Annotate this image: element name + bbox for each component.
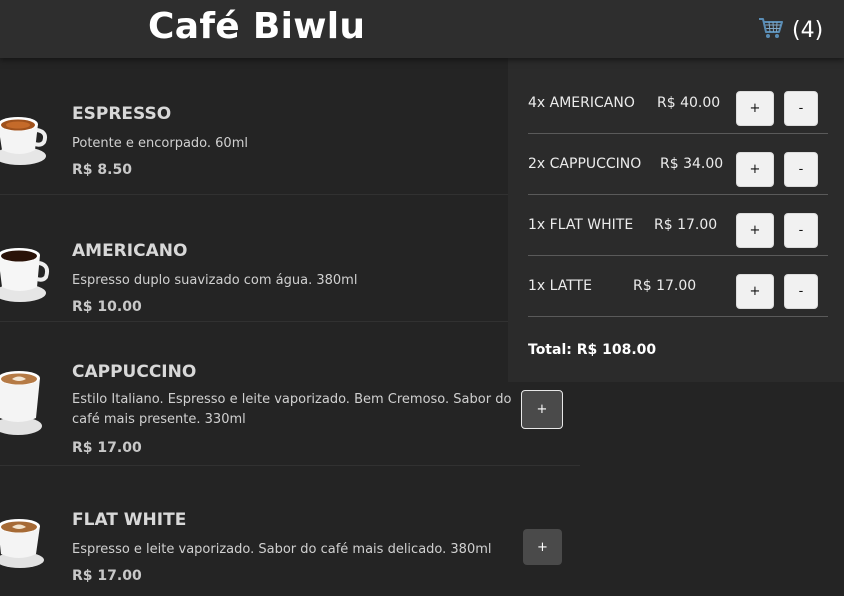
cart-item-price: R$ 34.00 bbox=[660, 156, 724, 172]
shopping-cart-icon bbox=[758, 16, 784, 44]
app-header: Café Biwlu (4) bbox=[0, 0, 844, 58]
item-description: Espresso duplo suavizado com água. 380ml bbox=[72, 273, 358, 288]
item-name: AMERICANO bbox=[72, 241, 188, 261]
cart-item-price: R$ 17.00 bbox=[633, 278, 697, 294]
menu-list: ESPRESSO Potente e encorpado. 60ml R$ 8.… bbox=[0, 58, 580, 596]
increase-quantity-button[interactable]: + bbox=[736, 91, 774, 126]
decrease-quantity-button[interactable]: - bbox=[784, 213, 818, 248]
cart-button[interactable]: (4) bbox=[758, 16, 823, 44]
item-price: R$ 8.50 bbox=[72, 162, 132, 178]
espresso-cup-icon bbox=[0, 106, 48, 174]
item-price: R$ 17.00 bbox=[72, 440, 142, 456]
item-price: R$ 17.00 bbox=[72, 568, 142, 584]
decrease-quantity-button[interactable]: - bbox=[784, 91, 818, 126]
item-price: R$ 10.00 bbox=[72, 299, 142, 315]
add-flat-white-button[interactable]: + bbox=[523, 529, 562, 565]
menu-item: AMERICANO Espresso duplo suavizado com á… bbox=[0, 195, 580, 322]
item-name: ESPRESSO bbox=[72, 104, 172, 124]
cart-panel: 4x AMERICANO R$ 40.00 + - 2x CAPPUCCINO … bbox=[508, 58, 844, 382]
cart-item-label: 1x LATTE bbox=[528, 278, 592, 294]
item-name: CAPPUCCINO bbox=[72, 362, 197, 382]
cart-item-price: R$ 40.00 bbox=[657, 95, 721, 111]
cart-total: Total: R$ 108.00 bbox=[528, 342, 657, 358]
cart-row: 4x AMERICANO R$ 40.00 + - bbox=[528, 73, 828, 134]
add-cappuccino-button[interactable]: + bbox=[521, 390, 563, 429]
decrease-quantity-button[interactable]: - bbox=[784, 274, 818, 309]
flat-white-cup-icon bbox=[0, 514, 46, 576]
menu-item: ESPRESSO Potente e encorpado. 60ml R$ 8.… bbox=[0, 58, 580, 195]
increase-quantity-button[interactable]: + bbox=[736, 152, 774, 187]
americano-cup-icon bbox=[0, 239, 50, 309]
increase-quantity-button[interactable]: + bbox=[736, 213, 774, 248]
cart-item-label: 2x CAPPUCCINO bbox=[528, 156, 642, 172]
cart-row: 1x LATTE R$ 17.00 + - bbox=[528, 256, 828, 317]
decrease-quantity-button[interactable]: - bbox=[784, 152, 818, 187]
cart-row: 2x CAPPUCCINO R$ 34.00 + - bbox=[528, 134, 828, 195]
menu-item: CAPPUCCINO Estilo Italiano. Espresso e l… bbox=[0, 322, 580, 466]
cappuccino-cup-icon bbox=[0, 364, 46, 442]
increase-quantity-button[interactable]: + bbox=[736, 274, 774, 309]
menu-item: FLAT WHITE Espresso e leite vaporizado. … bbox=[0, 466, 580, 596]
cart-item-label: 4x AMERICANO bbox=[528, 95, 635, 111]
item-name: FLAT WHITE bbox=[72, 510, 187, 530]
cart-item-label: 1x FLAT WHITE bbox=[528, 217, 634, 233]
cart-row: 1x FLAT WHITE R$ 17.00 + - bbox=[528, 195, 828, 256]
item-description: Potente e encorpado. 60ml bbox=[72, 136, 248, 151]
brand-title: Café Biwlu bbox=[148, 6, 366, 47]
cart-count: (4) bbox=[792, 17, 824, 43]
item-description: Estilo Italiano. Espresso e leite vapori… bbox=[72, 392, 512, 427]
cart-item-price: R$ 17.00 bbox=[654, 217, 718, 233]
item-description: Espresso e leite vaporizado. Sabor do ca… bbox=[72, 542, 492, 557]
